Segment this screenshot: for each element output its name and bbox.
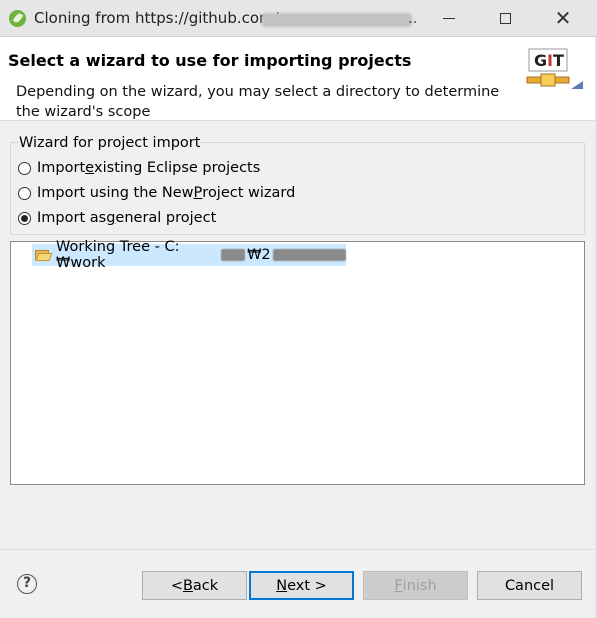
mnemonic: e	[85, 160, 95, 176]
redacted-path	[272, 249, 346, 261]
help-button[interactable]: ?	[17, 574, 37, 594]
radio-circle[interactable]	[18, 186, 31, 200]
wizard-header: Select a wizard to use for importing pro…	[0, 37, 597, 121]
mnemonic: N	[276, 577, 288, 594]
help-icon: ?	[22, 575, 32, 591]
tree-item-label: Working Tree - C:₩work	[56, 239, 180, 271]
radio-circle[interactable]	[18, 161, 31, 175]
title-bar[interactable]: Cloning from https://github.com/ .. ✕	[0, 0, 597, 37]
git-icon: G I T	[526, 48, 583, 89]
radio-label-part: Import using the New	[37, 185, 194, 201]
finish-button[interactable]: Finish	[363, 571, 468, 600]
radio-label-part: Import	[37, 160, 86, 176]
mnemonic: B	[182, 577, 193, 594]
minimize-icon	[443, 17, 455, 19]
maximize-button[interactable]	[482, 0, 528, 36]
close-icon: ✕	[554, 6, 572, 30]
redacted-url	[262, 13, 412, 27]
page-description: Depending on the wizard, you may select …	[16, 84, 500, 120]
next-button[interactable]: Next >	[249, 571, 354, 600]
minimize-button[interactable]	[426, 0, 472, 36]
radio-circle-checked[interactable]	[18, 211, 31, 225]
cancel-button[interactable]: Cancel	[477, 571, 582, 600]
close-button[interactable]: ✕	[540, 0, 586, 36]
button-label-part: ext >	[287, 577, 327, 594]
radio-new-project-wizard[interactable]: Import using the New Project wizard	[18, 185, 295, 201]
mnemonic: g	[106, 210, 116, 226]
radio-label-part: xisting Eclipse projects	[94, 160, 261, 176]
radio-label-part: Import as	[37, 210, 107, 226]
mnemonic: F	[394, 577, 403, 594]
spring-tool-suite-icon	[9, 10, 26, 27]
svg-text:T: T	[553, 51, 564, 70]
folder-open-icon	[35, 249, 53, 261]
window-title-ellipsis: ..	[408, 9, 418, 27]
back-button[interactable]: < Back	[142, 571, 247, 600]
tree-item-working-tree[interactable]: Working Tree - C:₩work ₩2	[32, 239, 346, 271]
mnemonic: P	[193, 185, 203, 201]
page-title: Select a wizard to use for importing pro…	[8, 51, 412, 70]
tree-item-label-mid: ₩2	[247, 247, 271, 263]
button-label: Cancel	[504, 577, 555, 594]
button-label-part: inish	[402, 577, 437, 594]
radio-label-part: eneral project	[115, 210, 217, 226]
redacted-path	[220, 249, 246, 261]
window-title: Cloning from https://github.com/	[34, 9, 279, 27]
working-tree-list[interactable]: Working Tree - C:₩work ₩2	[10, 239, 585, 485]
radio-label-part: roject wizard	[202, 185, 296, 201]
maximize-icon	[499, 12, 511, 24]
radio-general-project[interactable]: Import as g eneral project	[18, 210, 216, 226]
svg-text:G: G	[534, 51, 547, 70]
radio-import-existing-eclipse[interactable]: Import e xisting Eclipse projects	[18, 160, 260, 176]
wizard-group-label: Wizard for project import	[19, 135, 201, 151]
button-label-part: <	[170, 577, 183, 594]
button-label-part: ack	[192, 577, 219, 594]
button-bar-divider	[0, 549, 597, 550]
